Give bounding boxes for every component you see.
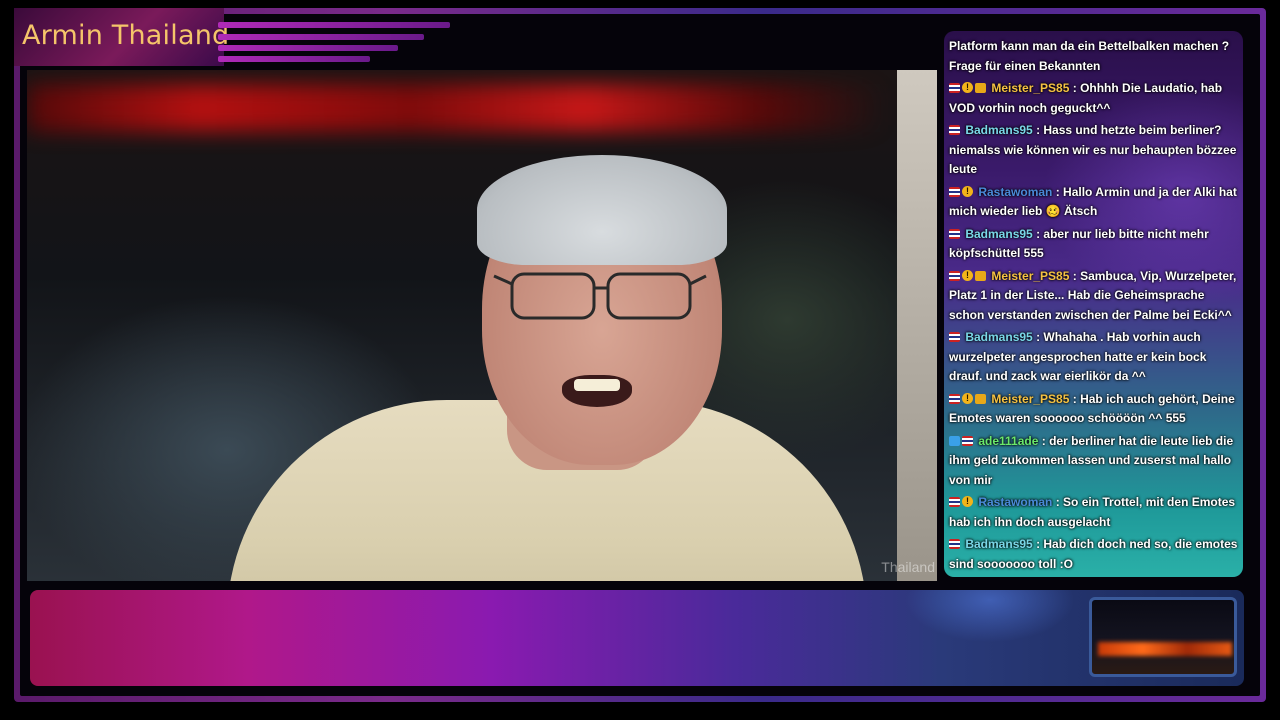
flag-icon	[949, 332, 960, 342]
chat-message: Rastawoman : So ein Trottel, mit den Emo…	[949, 492, 1238, 532]
stream-title: Armin Thailand	[22, 20, 230, 51]
chat-message: Meister_PS85 : Sambuca, Vip, Wurzelpeter…	[949, 266, 1238, 326]
arrow-icon	[949, 435, 960, 446]
chat-message: Badmans95 : Whahaha . Hab vorhin auch wu…	[949, 328, 1238, 387]
warning-icon	[962, 266, 973, 285]
streamer-mouth	[562, 375, 632, 407]
warning-icon	[962, 78, 973, 98]
chat-username[interactable]: Badmans95	[965, 330, 1032, 344]
preview-thumbnail[interactable]	[1089, 597, 1237, 677]
webcam-video[interactable]: Thailand	[27, 70, 937, 581]
chat-username[interactable]: Rastawoman	[978, 185, 1052, 199]
chat-username[interactable]: Meister_PS85	[991, 269, 1069, 283]
chat-username[interactable]: Badmans95	[965, 537, 1032, 551]
title-stripe	[218, 34, 424, 40]
warning-icon	[962, 492, 973, 512]
title-stripe	[218, 45, 398, 51]
crown-icon	[975, 83, 986, 93]
chat-panel[interactable]: Platform kann man da ein Bettelbalken ma…	[944, 31, 1243, 577]
chat-message: ade111ade : der berliner hat die leute l…	[949, 432, 1238, 491]
flag-icon	[949, 186, 960, 197]
streamer-hair	[477, 155, 727, 265]
chat-username[interactable]: Meister_PS85	[991, 81, 1069, 95]
chat-message: Meister_PS85 : Hab ich auch gehört, Dein…	[949, 389, 1238, 429]
chat-message: Badmans95 : Hab dich doch ned so, die em…	[949, 535, 1238, 574]
title-stripe	[218, 56, 370, 62]
flag-icon	[949, 497, 960, 507]
flag-icon	[949, 393, 960, 404]
chat-message: Badmans95 : aber nur lieb bitte nicht me…	[949, 225, 1238, 264]
crown-icon	[975, 270, 986, 281]
background-wall	[897, 70, 937, 581]
chat-message: Rastawoman : Hallo Armin und ja der Alki…	[949, 182, 1238, 222]
background-red-lights	[27, 84, 887, 132]
flag-icon	[949, 125, 960, 135]
video-watermark: Thailand	[881, 559, 935, 575]
flag-icon	[962, 435, 973, 446]
bottom-banner	[30, 590, 1244, 686]
crown-icon	[975, 393, 986, 404]
thumbnail-lights	[1098, 642, 1232, 656]
flag-icon	[949, 228, 960, 239]
flag-icon	[949, 83, 960, 93]
chat-message: Platform kann man da ein Bettelbalken ma…	[949, 37, 1238, 76]
chat-username[interactable]: Badmans95	[965, 123, 1032, 137]
chat-username[interactable]: Meister_PS85	[991, 392, 1069, 406]
flag-icon	[949, 539, 960, 549]
chat-text: Platform kann man da ein Bettelbalken ma…	[949, 39, 1230, 73]
warning-icon	[962, 389, 973, 408]
chat-username[interactable]: ade111ade	[978, 434, 1038, 448]
chat-message: Meister_PS85 : Ohhhh Die Laudatio, hab V…	[949, 78, 1238, 118]
chat-text: : Ohhhh Die Laudatio, hab VOD vorhin noc…	[949, 81, 1223, 115]
chat-message: Badmans95 : Hass und hetzte beim berline…	[949, 121, 1238, 180]
chat-username[interactable]: Badmans95	[965, 227, 1032, 241]
flag-icon	[949, 270, 960, 281]
warning-icon	[962, 182, 973, 201]
title-stripe	[218, 22, 450, 28]
chat-username[interactable]: Rastawoman	[978, 495, 1052, 509]
glasses-icon	[493, 272, 707, 320]
